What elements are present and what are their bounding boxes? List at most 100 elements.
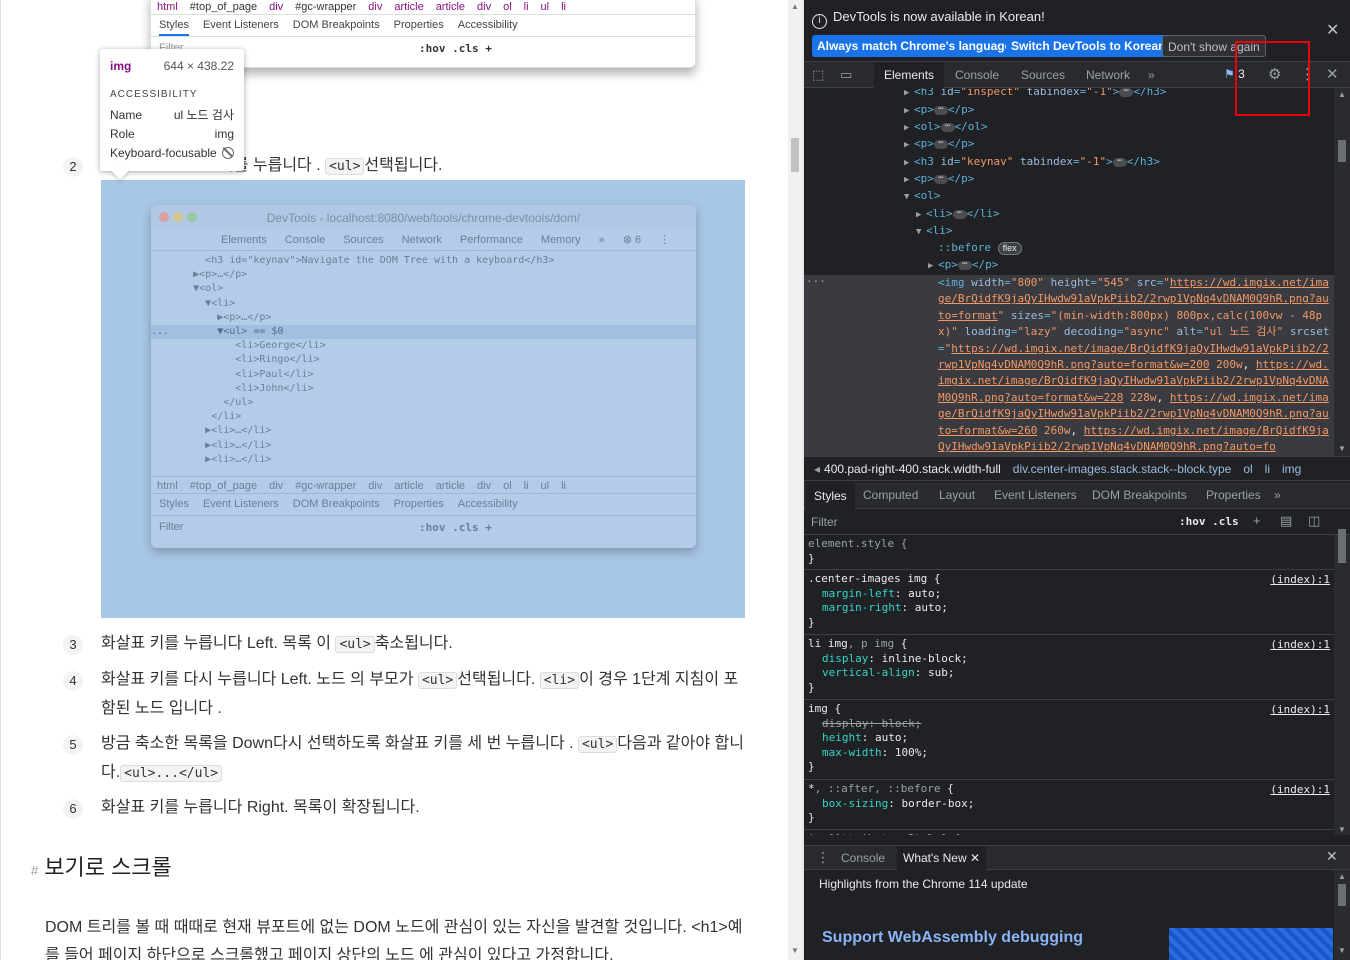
selected-img-node[interactable]: <img width="800" height="545" src="https… (938, 275, 1330, 455)
style-rule[interactable]: .center-images img { margin-left: auto; … (804, 570, 1334, 635)
more-tabs-chevron[interactable]: » (1148, 68, 1155, 82)
breadcrumb-item: li (523, 1, 529, 13)
close-infobar-icon[interactable]: ✕ (1326, 20, 1339, 40)
breadcrumb-item: article (435, 480, 466, 492)
code-line: <li>John</li> (151, 382, 314, 394)
tab-properties[interactable]: Properties (1206, 488, 1261, 502)
screenshot-tab: Console (284, 234, 326, 246)
switch-to-korean-button[interactable]: Switch DevTools to Korean (1006, 35, 1171, 57)
new-rule-icon[interactable]: + (1253, 513, 1261, 528)
breadcrumb-item: ul (540, 1, 550, 13)
code-line: <li>Ringo</li> (151, 354, 320, 366)
drawer-tab-console[interactable]: Console (841, 851, 885, 865)
dom-tree[interactable]: ▶ <h3 id="inspect" tabindex="-1"> ⋯ </h3> ▶… (804, 88, 1334, 456)
tab-console[interactable]: Console (955, 68, 999, 82)
pseudo-before[interactable]: ::before flex (938, 240, 1022, 256)
tab-styles[interactable]: Styles (806, 482, 855, 509)
dom-node[interactable]: ▶ <p> ⋯ </p> (904, 171, 974, 188)
close-devtools-icon[interactable]: ✕ (1326, 65, 1339, 83)
paint-icon[interactable]: ▤ (1280, 513, 1292, 529)
breadcrumb-item: div (269, 480, 284, 492)
step-2-text: 키를 누릅니다 . <ul> 선택됩니다. (219, 157, 443, 175)
style-rule[interactable]: element.style {} (804, 535, 1334, 570)
breadcrumb-item: #gc-wrapper (295, 1, 357, 13)
drawer-tab-whats-new[interactable]: What's New ✕ (897, 846, 987, 870)
code-line: ▶<li>…</li> (151, 439, 272, 451)
scrollbar-thumb[interactable] (791, 138, 799, 172)
style-rule[interactable]: li img, p img { display: inline-block; v… (804, 635, 1334, 700)
anchor-link[interactable]: # (31, 863, 38, 878)
step-number: 4 (63, 671, 83, 691)
tab-computed[interactable]: Computed (863, 488, 918, 502)
tab-network[interactable]: Network (1086, 68, 1130, 82)
screenshot-tab: » (598, 234, 605, 246)
inspect-element-icon[interactable]: ⬚ (812, 67, 824, 83)
breadcrumb-item[interactable]: li (1265, 462, 1270, 476)
page-scrollbar[interactable]: ▲ ▼ (788, 0, 802, 960)
dom-node[interactable]: ▶ <h3 id="inspect" tabindex="-1"> ⋯ </h3> (904, 88, 1166, 101)
rule-source-link[interactable]: (index):1 (1270, 703, 1330, 718)
device-toolbar-icon[interactable]: ▭ (840, 67, 852, 83)
breadcrumb-item: div (368, 480, 383, 492)
flex-badge[interactable]: flex (997, 242, 1022, 255)
rule-source-link[interactable]: (index):1 (1270, 638, 1330, 653)
dom-tree-scrollbar[interactable]: ▲ ▼ (1334, 88, 1350, 456)
more-subtabs-chevron[interactable]: » (1274, 488, 1281, 502)
dom-node[interactable]: ▶ <p> ⋯ </p> (904, 102, 974, 119)
styles-scrollbar[interactable]: ▼ (1334, 529, 1350, 835)
breadcrumb-item[interactable]: ol (1243, 462, 1252, 476)
node-actions[interactable]: ··· (806, 274, 826, 290)
dom-node[interactable]: ▼ <ol> (904, 188, 941, 205)
dom-node[interactable]: ▶ <p> ⋯ </p> (928, 257, 998, 274)
sidebar-toggle-icon[interactable]: ◫ (1308, 513, 1320, 529)
style-rules: element.style {} .center-images img { ma… (804, 535, 1334, 835)
element-breadcrumbs: ◂ 400.pad-right-400.stack.width-full div.c… (804, 456, 1350, 481)
screenshot-tab: Network (401, 234, 442, 246)
tab-elements[interactable]: Elements (874, 62, 945, 88)
rule-source-link[interactable]: (index):1 (1270, 783, 1330, 798)
screenshot-tab: Performance (459, 234, 523, 246)
tab-event-listeners[interactable]: Event Listeners (994, 488, 1077, 502)
screenshot-tabs: Elements Console Sources Network Performance… (151, 229, 696, 251)
breadcrumb-item: article (394, 1, 424, 13)
close-tab-icon[interactable]: ✕ (970, 851, 980, 865)
step-number: 6 (63, 799, 83, 819)
dom-node[interactable]: ▶ <p> ⋯ </p> (904, 136, 974, 153)
styles-filter-input[interactable]: Filter (811, 515, 838, 529)
dom-node[interactable]: ▶ <li> ⋯ </li> (916, 206, 1000, 223)
code-line: ▼<ol> (151, 283, 224, 295)
breadcrumb-item[interactable]: img (1282, 462, 1301, 476)
style-tab: Styles (159, 498, 189, 510)
style-rule[interactable]: img[Attributes Style] { (804, 830, 1334, 835)
inspected-image-highlight[interactable]: DevTools - localhost:8080/web/tools/chro… (101, 180, 745, 618)
code-line: ... ▼<ul> == $0 (151, 325, 696, 340)
breadcrumb-item[interactable]: div.center-images.stack.stack--block.typ… (1013, 462, 1232, 476)
screenshot-tab: Elements (221, 234, 267, 246)
close-drawer-icon[interactable]: ✕ (1326, 848, 1338, 865)
tab-dom-breakpoints[interactable]: DOM Breakpoints (1092, 488, 1187, 502)
breadcrumb-item: article (435, 1, 466, 13)
breadcrumb-left-arrow[interactable]: ◂ (814, 462, 820, 476)
style-rule[interactable]: img { display: block; height: auto; max-… (804, 700, 1334, 780)
drawer-tabs: ⋮ Console What's New ✕ ✕ (804, 845, 1350, 870)
code-line: ▶<p>…</p> (151, 311, 272, 323)
breadcrumb-item: html (157, 1, 178, 13)
tab-sources[interactable]: Sources (1021, 68, 1065, 82)
hov-cls-toggle[interactable]: :hov .cls (1179, 515, 1239, 528)
style-rule[interactable]: *, ::after, ::before { box-sizing: borde… (804, 780, 1334, 830)
screenshot-breadcrumbs: html #top_of_page div #gc-wrapper div article… (151, 476, 696, 494)
dom-node[interactable]: ▶ <ol> ⋯ </ol> (904, 119, 988, 136)
breadcrumb-item[interactable]: 400.pad-right-400.stack.width-full (824, 462, 1001, 476)
drawer-menu-icon[interactable]: ⋮ (816, 849, 830, 866)
dom-node[interactable]: ▶ <h3 id="keynav" tabindex="-1"> ⋯ </h3> (904, 154, 1160, 171)
rule-source-link[interactable]: (index):1 (1270, 573, 1330, 588)
whats-new-link[interactable]: Support WebAssembly debugging (822, 929, 1083, 947)
code-line: ▼<li> (151, 297, 236, 309)
breadcrumb-item: #top_of_page (189, 1, 258, 13)
whats-new-heading: Highlights from the Chrome 114 update (819, 877, 1028, 891)
tab-layout[interactable]: Layout (939, 488, 975, 502)
article-page: html #top_of_pagediv #gc-wrapper div article… (0, 0, 788, 960)
drawer-scrollbar[interactable]: ▲ ▼ (1334, 870, 1350, 960)
always-match-language-button[interactable]: Always match Chrome's language (812, 35, 1017, 57)
dom-node[interactable]: ▼ <li> (916, 223, 953, 240)
